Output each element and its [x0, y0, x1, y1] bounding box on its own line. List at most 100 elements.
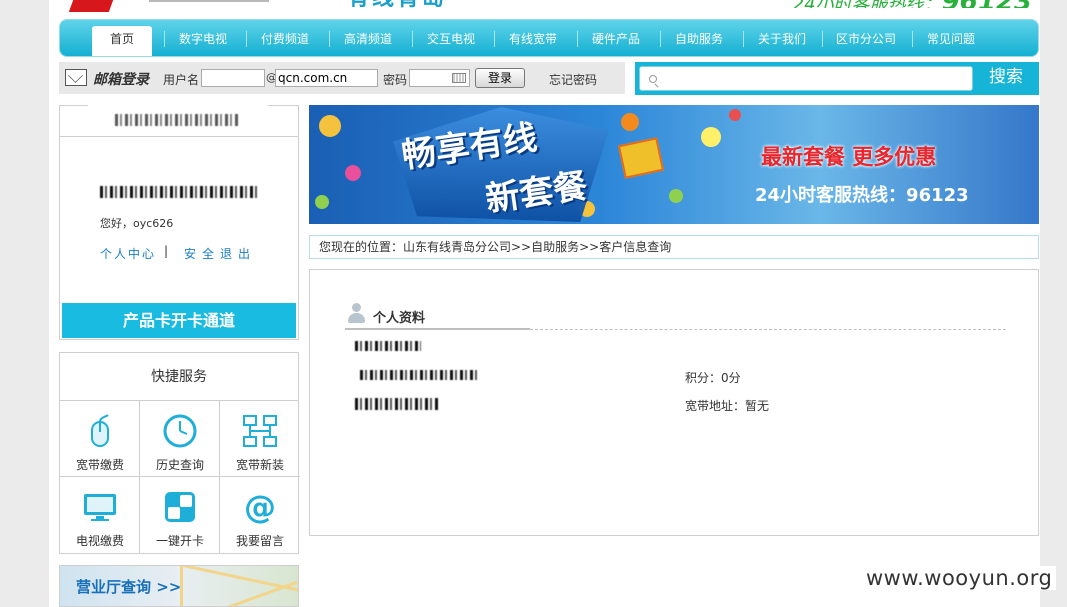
- nav-item-8[interactable]: 关于我们: [749, 26, 815, 52]
- keyboard-icon[interactable]: [452, 73, 466, 83]
- main-nav: 首页 数字电视 付费频道 高清频道 交互电视 有线宽带 硬件产品 自助服务 关于我们 区市分公司常…: [59, 19, 1039, 57]
- page: 有线青岛 24小时客服热线：96123 首页数字电视付费频道高清频道交互电视有线…: [49, 0, 1040, 607]
- banner-decoration: [345, 165, 361, 181]
- quick-item-history[interactable]: 历史查询: [140, 401, 220, 477]
- banner-decoration: [701, 127, 721, 147]
- forgot-password-link[interactable]: 忘记密码: [549, 71, 597, 88]
- greeting-label: 您好，: [100, 217, 133, 230]
- nav-item-10[interactable]: 常见问题: [918, 26, 984, 52]
- section-title: 个人资料: [373, 311, 426, 326]
- redacted-field: [355, 341, 421, 351]
- broadband-address: 宽带地址：暂无: [685, 399, 770, 413]
- quick-item-label: 一键开卡: [155, 534, 204, 548]
- network-icon: [243, 415, 277, 447]
- personal-center-link[interactable]: 个人中心: [100, 245, 156, 262]
- nav-item-1[interactable]: 数字电视: [170, 26, 236, 52]
- divider: [60, 136, 298, 137]
- nav-item-5[interactable]: 有线宽带: [500, 26, 566, 52]
- password-input[interactable]: [409, 69, 470, 87]
- logo-subtext: [149, 0, 269, 2]
- search-bar: 搜索: [635, 62, 1039, 95]
- quick-services-title: 快捷服务: [60, 353, 298, 401]
- quick-item-leave-message[interactable]: @ 我要留言: [220, 477, 300, 553]
- password-label: 密码: [383, 73, 408, 87]
- service-hall-finder[interactable]: 营业厅查询 >>: [59, 565, 299, 607]
- banner-decoration: [315, 195, 329, 209]
- nav-separator: [577, 31, 578, 47]
- redacted-text: [115, 114, 240, 126]
- nav-separator: [412, 31, 413, 47]
- quick-item-broadband-payment[interactable]: 宽带缴费: [60, 401, 140, 477]
- clock-icon: [163, 414, 197, 448]
- section-divider: [530, 329, 1006, 330]
- nav-separator: [743, 31, 744, 47]
- nav-item-2[interactable]: 付费频道: [252, 26, 318, 52]
- quick-item-one-key-card[interactable]: 一键开卡: [140, 477, 220, 553]
- breadcrumb: 您现在的位置：山东有线青岛分公司>>自助服务>>客户信息查询: [309, 235, 1039, 259]
- search-icon: [649, 75, 657, 83]
- gift-box-icon: [617, 137, 665, 179]
- quick-item-label: 电视缴费: [75, 534, 124, 548]
- quick-item-broadband-install[interactable]: 宽带新装: [220, 401, 300, 477]
- nav-separator: [912, 31, 913, 47]
- profile-panel: 个人资料 积分：0分 宽带地址：暂无: [309, 269, 1039, 536]
- points-value: 积分：0分: [685, 371, 741, 385]
- search-button[interactable]: 搜索: [979, 66, 1033, 91]
- quick-item-tv-payment[interactable]: 电视缴费: [60, 477, 140, 553]
- banner-decoration: [729, 109, 741, 121]
- nav-item-3[interactable]: 高清频道: [335, 26, 401, 52]
- login-button[interactable]: 登录: [475, 68, 525, 88]
- service-hall-label: 营业厅查询 >>: [76, 578, 182, 596]
- header-hotline-number: 96123: [942, 0, 1032, 8]
- greeting: 您好，oyc626: [100, 215, 173, 231]
- brand-title: 有线青岛: [347, 0, 447, 8]
- username-input[interactable]: [201, 69, 265, 87]
- nav-item-6[interactable]: 硬件产品: [583, 26, 649, 52]
- quick-item-label: 宽带新装: [235, 458, 284, 472]
- mail-login-bar: 邮箱登录 用户名 @ 密码 登录 忘记密码: [59, 62, 625, 94]
- watermark: www.wooyun.org: [862, 566, 1057, 590]
- redacted-field: [355, 398, 439, 410]
- banner-promo-text: 最新套餐 更多优惠: [761, 145, 937, 169]
- svg-text:@: @: [244, 489, 276, 525]
- nav-separator: [494, 31, 495, 47]
- link-separator: |: [164, 244, 169, 258]
- user-panel: 您好，oyc626 个人中心 | 安全退出 产品卡开卡通道: [59, 105, 299, 340]
- redacted-field: [360, 370, 480, 380]
- search-input[interactable]: [639, 66, 973, 91]
- promo-banner[interactable]: 畅享有线 新套餐 最新套餐 更多优惠 24小时客服热线：96123: [309, 105, 1039, 224]
- card-icon: [165, 492, 195, 522]
- nav-separator: [822, 31, 823, 47]
- nav-item-7[interactable]: 自助服务: [666, 26, 732, 52]
- card-activation-button[interactable]: 产品卡开卡通道: [62, 303, 296, 338]
- banner-decoration: [669, 189, 683, 203]
- header-hotline-label: 24小时客服热线：: [793, 0, 942, 8]
- monitor-icon: [84, 494, 116, 521]
- mail-domain-input[interactable]: [275, 69, 378, 87]
- username-label: 用户名: [163, 73, 200, 87]
- user-tab: [88, 105, 268, 136]
- banner-decoration: [621, 113, 639, 131]
- nav-item-9[interactable]: 区市分公司: [828, 26, 904, 52]
- nav-separator: [329, 31, 330, 47]
- username-text: oyc626: [133, 217, 174, 230]
- mail-login-title: 邮箱登录: [93, 72, 149, 88]
- nav-separator: [660, 31, 661, 47]
- envelope-icon: [65, 69, 87, 86]
- section-underline: [345, 328, 530, 330]
- banner-decoration: [319, 115, 341, 137]
- redacted-text: [100, 186, 258, 198]
- nav-separator: [164, 31, 165, 47]
- quick-item-label: 我要留言: [235, 534, 284, 548]
- quick-services: 快捷服务 宽带缴费 历史查询 宽带新装 电视缴费 一键开卡 @ 我要留言: [59, 352, 300, 554]
- quick-item-label: 历史查询: [155, 458, 204, 472]
- nav-separator: [246, 31, 247, 47]
- logo: [68, 0, 114, 12]
- nav-item-0[interactable]: 首页: [92, 26, 152, 56]
- map-road: [212, 580, 298, 606]
- at-icon: @: [244, 489, 276, 525]
- logout-link[interactable]: 安全退出: [184, 245, 256, 262]
- nav-item-4[interactable]: 交互电视: [418, 26, 484, 52]
- banner-hotline: 24小时客服热线：96123: [755, 185, 969, 206]
- person-icon: [348, 303, 365, 323]
